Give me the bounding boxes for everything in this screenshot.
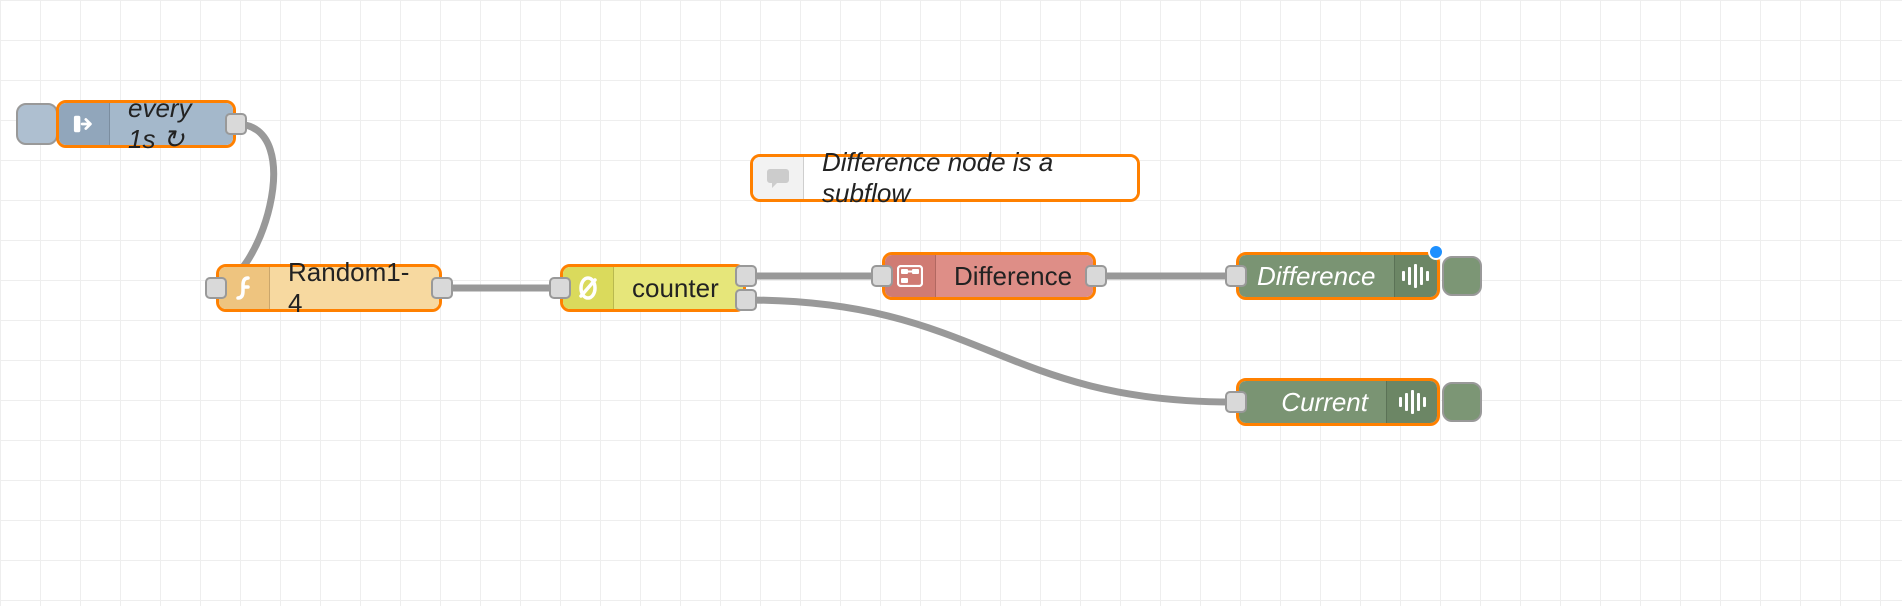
- debug-current-toggle-button[interactable]: [1442, 382, 1482, 422]
- function-output-port[interactable]: [431, 277, 453, 299]
- counter-input-port[interactable]: [549, 277, 571, 299]
- debug-node-difference-label: Difference: [1239, 255, 1394, 297]
- debug-difference-status-dot: [1428, 244, 1444, 260]
- function-node-random[interactable]: Random1-4: [216, 264, 442, 312]
- inject-node-label: every 1s ↻: [110, 103, 233, 145]
- debug-current-input-port[interactable]: [1225, 391, 1247, 413]
- bars-icon: [1402, 264, 1429, 288]
- debug-node-difference[interactable]: Difference: [1236, 252, 1440, 300]
- debug-difference-toggle-button[interactable]: [1442, 256, 1482, 296]
- arrow-into-icon: [73, 113, 95, 135]
- counter-node-label: counter: [614, 267, 743, 309]
- function-input-port[interactable]: [205, 277, 227, 299]
- subflow-input-port[interactable]: [871, 265, 893, 287]
- comment-icon: [753, 157, 804, 199]
- counter-output-port-1[interactable]: [735, 265, 757, 287]
- debug-difference-input-port[interactable]: [1225, 265, 1247, 287]
- inject-output-port[interactable]: [225, 113, 247, 135]
- debug-node-current-label: Current: [1239, 381, 1386, 423]
- function-node-label: Random1-4: [270, 267, 439, 309]
- inject-node[interactable]: every 1s ↻: [56, 100, 236, 148]
- inject-trigger-button[interactable]: [16, 103, 58, 145]
- subflow-node-label: Difference: [936, 255, 1093, 297]
- speech-bubble-icon: [766, 167, 790, 189]
- comment-node[interactable]: Difference node is a subflow: [750, 154, 1140, 202]
- debug-node-current[interactable]: Current: [1236, 378, 1440, 426]
- flow-canvas[interactable]: every 1s ↻ Random1-4 counter: [0, 0, 1902, 606]
- function-f-icon: [233, 274, 255, 302]
- counter-output-port-2[interactable]: [735, 289, 757, 311]
- subflow-boxes-icon: [897, 265, 923, 287]
- zero-slash-icon: [576, 274, 600, 302]
- inject-icon: [59, 103, 110, 145]
- subflow-node-difference[interactable]: Difference: [882, 252, 1096, 300]
- subflow-output-port[interactable]: [1085, 265, 1107, 287]
- debug-icon: [1394, 255, 1438, 297]
- counter-node[interactable]: counter: [560, 264, 746, 312]
- bars-icon: [1399, 390, 1426, 414]
- comment-node-label: Difference node is a subflow: [804, 157, 1137, 199]
- debug-icon: [1386, 381, 1437, 423]
